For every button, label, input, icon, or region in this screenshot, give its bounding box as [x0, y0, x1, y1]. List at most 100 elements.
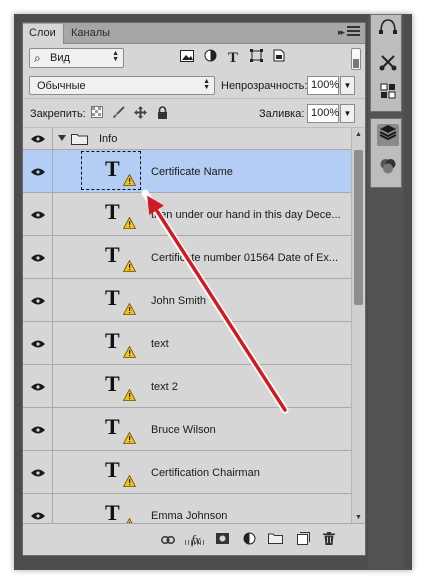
mask-icon[interactable] — [214, 532, 230, 548]
type-layer-thumbnail[interactable]: T — [81, 495, 143, 523]
warning-icon — [123, 346, 136, 358]
visibility-cell[interactable] — [23, 408, 53, 450]
tab-layers[interactable]: Слои — [23, 24, 64, 44]
text-layer-row[interactable]: T Certificate number 01564 Date of Ex... — [23, 236, 351, 279]
eye-icon[interactable] — [31, 383, 45, 391]
smart-object-filter-icon[interactable] — [270, 49, 288, 67]
eye-icon[interactable] — [31, 512, 45, 520]
path-icon[interactable] — [377, 18, 399, 40]
type-layer-t-icon: T — [105, 242, 120, 267]
scroll-up-arrow-icon[interactable]: ▲ — [355, 131, 362, 138]
lock-position-move-icon[interactable] — [133, 106, 147, 120]
text-layer-row[interactable]: Ttext 2 — [23, 365, 351, 408]
folder-icon — [71, 134, 88, 145]
text-layer-row[interactable]: T Certification Chairman — [23, 451, 351, 494]
scissors-icon[interactable] — [377, 53, 399, 75]
collapse-panel-icon[interactable]: ▸▸ — [338, 27, 345, 38]
filter-kind-select[interactable]: ⌕ Вид ▲ ▼ — [29, 48, 124, 68]
type-filter-icon[interactable]: T — [224, 49, 242, 67]
right-dock — [368, 14, 404, 570]
lock-transparency-icon[interactable] — [90, 106, 104, 120]
eye-icon[interactable] — [31, 340, 45, 348]
search-icon: ⌕ — [34, 51, 41, 65]
type-layer-thumbnail[interactable]: T — [81, 409, 143, 450]
group-expand-caret-icon[interactable] — [58, 135, 66, 141]
trash-icon[interactable] — [321, 532, 337, 548]
filter-kind-label: Вид — [50, 52, 70, 64]
dock-panels-group — [370, 118, 402, 188]
eye-icon[interactable] — [31, 254, 45, 262]
type-layer-thumbnail[interactable]: T — [81, 323, 143, 364]
type-layer-t-icon: T — [105, 457, 120, 482]
select-arrows-icon: ▲ ▼ — [112, 50, 119, 63]
fx-icon[interactable]: fx — [188, 532, 204, 548]
layer-name: Certificate Name — [151, 166, 233, 178]
shape-filter-icon[interactable] — [247, 49, 265, 67]
eye-icon[interactable] — [31, 469, 45, 477]
filter-toggle-switch[interactable] — [351, 48, 361, 70]
type-layer-thumbnail[interactable]: T — [81, 194, 143, 235]
visibility-cell[interactable] — [23, 150, 53, 192]
fill-dropdown-icon[interactable]: ▼ — [340, 104, 355, 123]
3d-cubes-icon[interactable] — [377, 83, 399, 105]
text-layer-row[interactable]: T Bruce Wilson — [23, 408, 351, 451]
visibility-cell[interactable] — [23, 279, 53, 321]
layer-name: Emma Johnson — [151, 510, 228, 522]
opacity-label: Непрозрачность: — [221, 80, 308, 92]
visibility-cell[interactable] — [23, 365, 53, 407]
adjustment-icon[interactable] — [241, 532, 257, 548]
layers-bottom-bar: fx — [23, 523, 365, 555]
layer-group-row[interactable]: Info — [23, 128, 351, 150]
opacity-dropdown-icon[interactable]: ▼ — [340, 76, 355, 95]
warning-icon — [123, 260, 136, 272]
type-layer-thumbnail[interactable]: T — [81, 151, 143, 192]
image-filter-icon[interactable] — [178, 49, 196, 67]
text-layer-row[interactable]: T John Smith — [23, 279, 351, 322]
type-layer-thumbnail[interactable]: T — [81, 366, 143, 407]
lock-pixels-brush-icon[interactable] — [111, 106, 125, 120]
text-layer-row[interactable]: Tthen under our hand in this day Dece... — [23, 193, 351, 236]
text-layer-row[interactable]: Ttext — [23, 322, 351, 365]
warning-icon — [123, 174, 136, 186]
link-icon[interactable] — [160, 532, 176, 548]
panel-tab-bar: Слои Каналы ▸▸ — [23, 23, 365, 44]
type-layer-t-icon: T — [105, 500, 120, 523]
blend-mode-select[interactable]: Обычные ▲ ▼ — [29, 76, 215, 95]
eye-icon[interactable] — [31, 168, 45, 176]
type-layer-thumbnail[interactable]: T — [81, 237, 143, 278]
layers-panel-icon[interactable] — [377, 124, 399, 146]
type-layer-t-icon: T — [105, 328, 120, 353]
warning-icon — [123, 303, 136, 315]
scroll-down-arrow-icon[interactable]: ▼ — [355, 514, 362, 521]
text-layer-row[interactable]: T Certificate Name — [23, 150, 351, 193]
eye-icon[interactable] — [31, 211, 45, 219]
eye-icon[interactable] — [31, 135, 45, 143]
fill-input[interactable]: 100% — [307, 104, 339, 123]
visibility-cell[interactable] — [23, 494, 53, 523]
fill-label: Заливка: — [259, 108, 305, 120]
lock-all-padlock-icon[interactable] — [155, 106, 169, 120]
visibility-cell[interactable] — [23, 451, 53, 493]
warning-icon — [123, 389, 136, 401]
eye-icon[interactable] — [31, 297, 45, 305]
new-layer-icon[interactable] — [295, 532, 311, 548]
visibility-cell[interactable] — [23, 236, 53, 278]
visibility-cell[interactable] — [23, 128, 53, 149]
eye-icon[interactable] — [31, 426, 45, 434]
type-layer-t-icon: T — [105, 156, 120, 181]
channels-panel-icon[interactable] — [377, 157, 399, 179]
type-layer-thumbnail[interactable]: T — [81, 452, 143, 493]
type-layer-thumbnail[interactable]: T — [81, 280, 143, 321]
text-layer-row[interactable]: T Emma Johnson — [23, 494, 351, 523]
visibility-cell[interactable] — [23, 322, 53, 364]
adjustment-filter-icon[interactable] — [201, 49, 219, 67]
opacity-input[interactable]: 100% — [307, 76, 339, 95]
panel-menu-icon[interactable] — [347, 26, 360, 39]
folder-icon[interactable] — [267, 532, 283, 548]
visibility-cell[interactable] — [23, 193, 53, 235]
scrollbar-thumb[interactable] — [354, 150, 363, 305]
tab-channels[interactable]: Каналы — [65, 24, 116, 44]
layer-list-scrollbar[interactable]: ▲ ▼ — [351, 128, 365, 523]
type-layer-t-icon: T — [105, 414, 120, 439]
type-layer-t-icon: T — [105, 371, 120, 396]
